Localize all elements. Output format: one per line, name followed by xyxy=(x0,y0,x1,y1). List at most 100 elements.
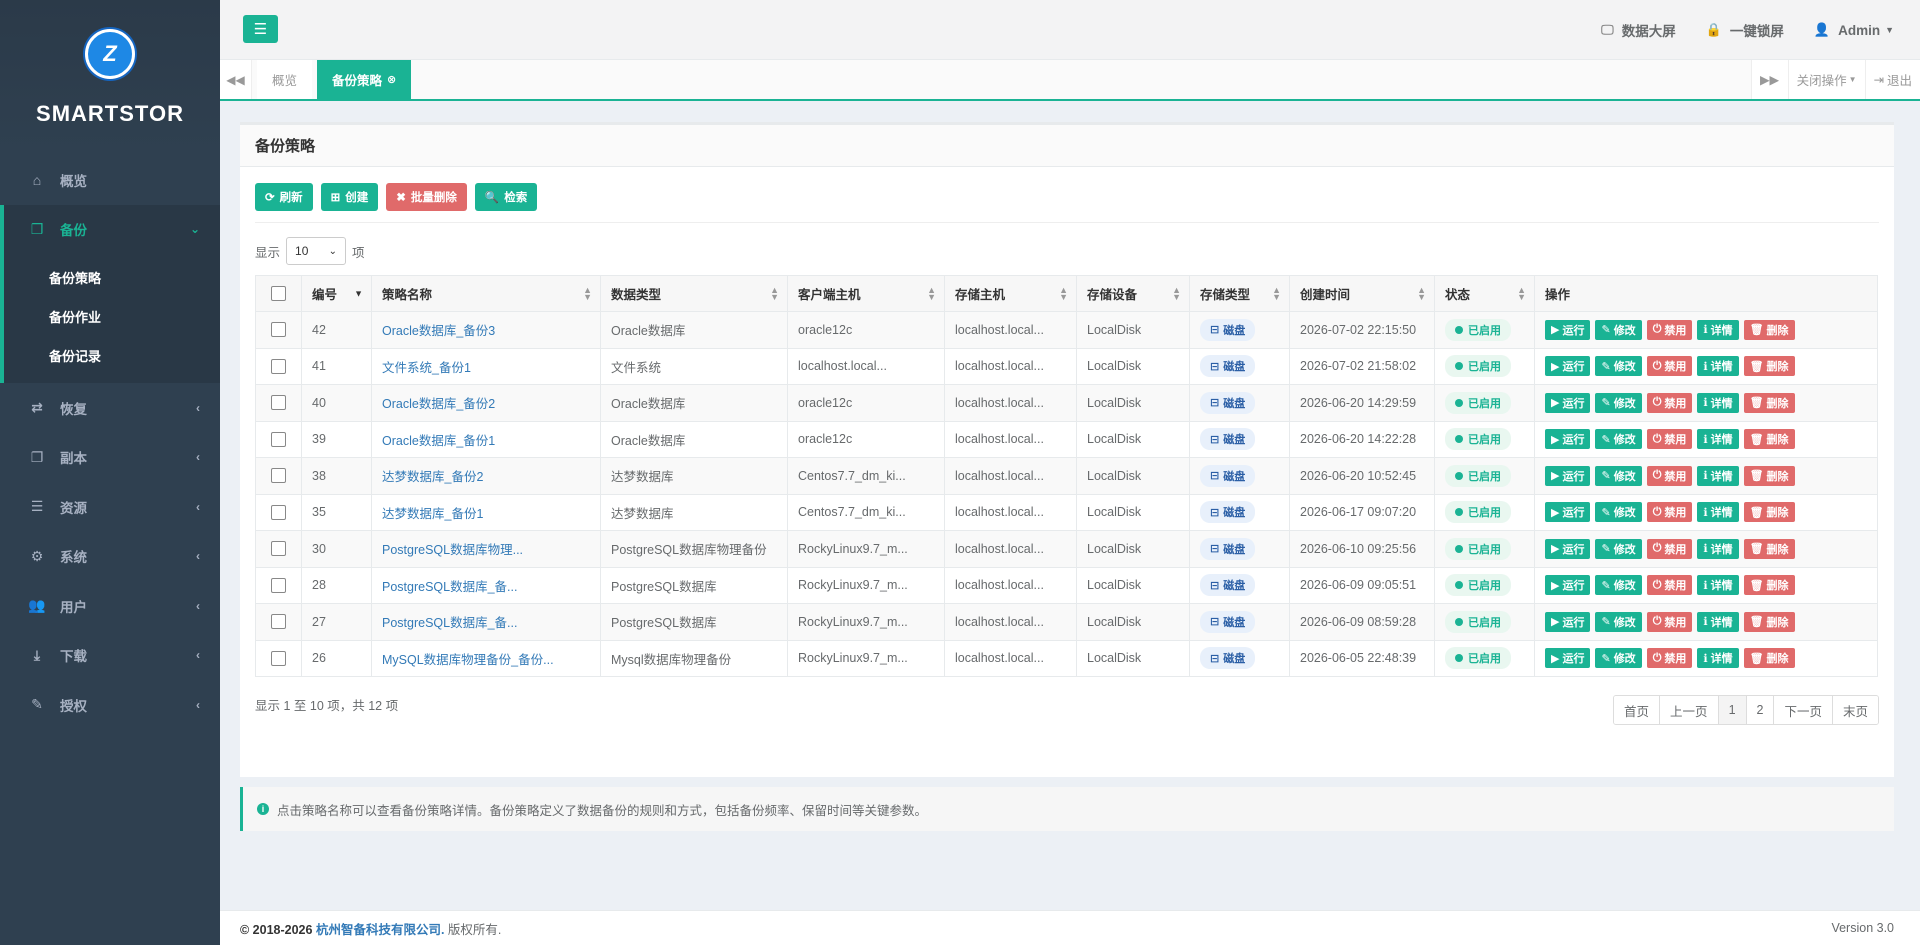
sidebar-item-license[interactable]: ✎ 授权 ‹ xyxy=(0,680,220,730)
tab-scroll-left-button[interactable]: ◀◀ xyxy=(220,60,252,99)
page-prev-button[interactable]: 上一页 xyxy=(1659,696,1718,724)
create-button[interactable]: ⊞ 创建 xyxy=(320,183,379,211)
header-status[interactable]: 状态 ▲ ▼ xyxy=(1434,275,1535,312)
sidebar-item-overview[interactable]: ⌂ 概览 xyxy=(0,155,220,205)
delete-button[interactable]: 🗑 删除 xyxy=(1743,319,1795,340)
select-all-checkbox[interactable] xyxy=(271,286,286,302)
run-button[interactable]: ▶ 运行 xyxy=(1545,575,1591,596)
header-client-host[interactable]: 客户端主机 ▲ ▼ xyxy=(787,275,945,312)
disable-button[interactable]: ⏻ 禁用 xyxy=(1646,575,1693,596)
policy-name-link[interactable]: Oracle数据库_备份3 xyxy=(382,324,495,338)
data-screen-link[interactable]: 🖵 数据大屏 xyxy=(1601,20,1676,40)
disable-button[interactable]: ⏻ 禁用 xyxy=(1646,648,1693,669)
edit-button[interactable]: ✎ 修改 xyxy=(1595,429,1642,450)
header-data-type[interactable]: 数据类型 ▲ ▼ xyxy=(600,275,788,312)
run-button[interactable]: ▶ 运行 xyxy=(1545,319,1591,340)
delete-button[interactable]: 🗑 删除 xyxy=(1743,356,1795,377)
details-button[interactable]: ℹ 详情 xyxy=(1697,319,1739,340)
logout-button[interactable]: ⇥ 退出 xyxy=(1864,60,1920,99)
details-button[interactable]: ℹ 详情 xyxy=(1697,538,1739,559)
policy-name-link[interactable]: PostgreSQL数据库_备... xyxy=(382,616,517,630)
page-size-select[interactable]: 10 ⌄ xyxy=(286,237,347,265)
lock-screen-link[interactable]: 🔒 一键锁屏 xyxy=(1706,20,1784,40)
header-storage-device[interactable]: 存储设备 ▲ ▼ xyxy=(1076,275,1190,312)
delete-button[interactable]: 🗑 删除 xyxy=(1743,648,1795,669)
page-next-button[interactable]: 下一页 xyxy=(1773,696,1832,724)
disable-button[interactable]: ⏻ 禁用 xyxy=(1646,356,1693,377)
disable-button[interactable]: ⏻ 禁用 xyxy=(1646,538,1693,559)
header-created-time[interactable]: 创建时间 ▲ ▼ xyxy=(1289,275,1435,312)
row-checkbox[interactable] xyxy=(271,431,286,447)
edit-button[interactable]: ✎ 修改 xyxy=(1595,648,1642,669)
row-checkbox[interactable] xyxy=(271,358,286,374)
details-button[interactable]: ℹ 详情 xyxy=(1697,575,1739,596)
sidebar-item-replica[interactable]: ❐ 副本 ‹ xyxy=(0,433,220,483)
refresh-button[interactable]: ⟳ 刷新 xyxy=(255,183,313,211)
page-2-button[interactable]: 2 xyxy=(1745,696,1774,724)
header-storage-host[interactable]: 存储主机 ▲ ▼ xyxy=(944,275,1077,312)
row-checkbox[interactable] xyxy=(271,614,286,630)
delete-button[interactable]: 🗑 删除 xyxy=(1743,429,1795,450)
sidebar-item-download[interactable]: ⤓ 下载 ‹ xyxy=(0,631,220,681)
delete-button[interactable]: 🗑 删除 xyxy=(1743,502,1795,523)
header-name[interactable]: 策略名称 ▲ ▼ xyxy=(371,275,601,312)
edit-button[interactable]: ✎ 修改 xyxy=(1595,575,1642,596)
batch-delete-button[interactable]: ✖ 批量删除 xyxy=(386,183,467,211)
row-checkbox[interactable] xyxy=(271,541,286,557)
delete-button[interactable]: 🗑 删除 xyxy=(1743,611,1795,632)
policy-name-link[interactable]: 文件系统_备份1 xyxy=(382,361,471,375)
page-1-button[interactable]: 1 xyxy=(1717,696,1746,724)
tab-scroll-right-button[interactable]: ▶▶ xyxy=(1750,60,1788,99)
details-button[interactable]: ℹ 详情 xyxy=(1697,429,1739,450)
disable-button[interactable]: ⏻ 禁用 xyxy=(1646,429,1693,450)
row-checkbox[interactable] xyxy=(271,322,286,338)
edit-button[interactable]: ✎ 修改 xyxy=(1595,502,1642,523)
tab-overview[interactable]: 概览 xyxy=(257,60,313,99)
sidebar-subitem-backup-record[interactable]: 备份记录 xyxy=(4,336,220,375)
edit-button[interactable]: ✎ 修改 xyxy=(1595,465,1642,486)
edit-button[interactable]: ✎ 修改 xyxy=(1595,538,1642,559)
sidebar-item-users[interactable]: 👥 用户 ‹ xyxy=(0,581,220,631)
run-button[interactable]: ▶ 运行 xyxy=(1545,392,1591,413)
menu-toggle-button[interactable]: ☰ xyxy=(243,15,278,43)
edit-button[interactable]: ✎ 修改 xyxy=(1595,356,1642,377)
run-button[interactable]: ▶ 运行 xyxy=(1545,429,1591,450)
details-button[interactable]: ℹ 详情 xyxy=(1697,648,1739,669)
row-checkbox[interactable] xyxy=(271,650,286,666)
details-button[interactable]: ℹ 详情 xyxy=(1697,611,1739,632)
details-button[interactable]: ℹ 详情 xyxy=(1697,465,1739,486)
details-button[interactable]: ℹ 详情 xyxy=(1697,392,1739,413)
disable-button[interactable]: ⏻ 禁用 xyxy=(1646,392,1693,413)
user-menu[interactable]: 👤 Admin ▼ xyxy=(1814,22,1894,38)
policy-name-link[interactable]: Oracle数据库_备份2 xyxy=(382,397,495,411)
disable-button[interactable]: ⏻ 禁用 xyxy=(1646,611,1693,632)
run-button[interactable]: ▶ 运行 xyxy=(1545,465,1591,486)
row-checkbox[interactable] xyxy=(271,468,286,484)
run-button[interactable]: ▶ 运行 xyxy=(1545,538,1591,559)
close-ops-dropdown[interactable]: 关闭操作 ▼ xyxy=(1787,60,1865,99)
disable-button[interactable]: ⏻ 禁用 xyxy=(1646,465,1693,486)
row-checkbox[interactable] xyxy=(271,504,286,520)
header-id[interactable]: 编号 ▼ xyxy=(301,275,372,312)
sidebar-item-backup[interactable]: ❒ 备份 ⌄ xyxy=(0,204,220,254)
delete-button[interactable]: 🗑 删除 xyxy=(1743,575,1795,596)
page-last-button[interactable]: 末页 xyxy=(1831,696,1878,724)
policy-name-link[interactable]: MySQL数据库物理备份_备份... xyxy=(382,653,554,667)
policy-name-link[interactable]: Oracle数据库_备份1 xyxy=(382,434,495,448)
run-button[interactable]: ▶ 运行 xyxy=(1545,648,1591,669)
sidebar-item-system[interactable]: ⚙ 系统 ‹ xyxy=(0,532,220,582)
page-first-button[interactable]: 首页 xyxy=(1614,696,1660,724)
close-circle-icon[interactable]: ⊗ xyxy=(387,73,396,86)
delete-button[interactable]: 🗑 删除 xyxy=(1743,392,1795,413)
header-storage-type[interactable]: 存储类型 ▲ ▼ xyxy=(1189,275,1290,312)
disable-button[interactable]: ⏻ 禁用 xyxy=(1646,502,1693,523)
run-button[interactable]: ▶ 运行 xyxy=(1545,611,1591,632)
policy-name-link[interactable]: PostgreSQL数据库_备... xyxy=(382,580,517,594)
sidebar-subitem-backup-policy[interactable]: 备份策略 xyxy=(4,258,220,297)
policy-name-link[interactable]: 达梦数据库_备份2 xyxy=(382,470,483,484)
edit-button[interactable]: ✎ 修改 xyxy=(1595,319,1642,340)
edit-button[interactable]: ✎ 修改 xyxy=(1595,392,1642,413)
sidebar-item-resource[interactable]: ☰ 资源 ‹ xyxy=(0,482,220,532)
policy-name-link[interactable]: PostgreSQL数据库物理... xyxy=(382,543,523,557)
delete-button[interactable]: 🗑 删除 xyxy=(1743,538,1795,559)
